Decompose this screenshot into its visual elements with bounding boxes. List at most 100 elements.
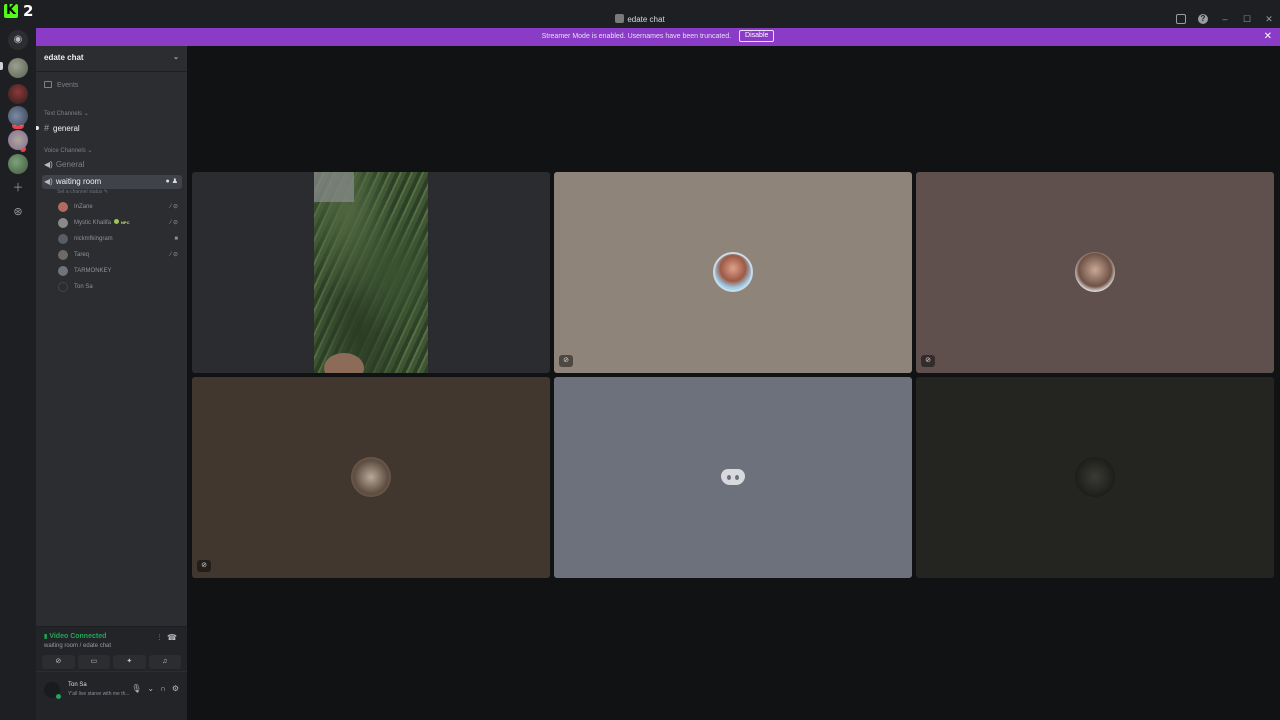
connection-location[interactable]: waiting room / edate chat (44, 643, 111, 649)
calendar-icon (44, 81, 52, 88)
set-channel-status[interactable]: Set a channel status ✎ (57, 189, 108, 195)
server-header[interactable]: edate chat ⌄ (36, 46, 187, 72)
voice-user-name: Mystic Khalifa (74, 220, 112, 226)
window-title-text: edate chat (627, 15, 665, 24)
disconnect-icon[interactable]: ☎ (167, 633, 177, 642)
close-window-icon[interactable]: ✕ (1264, 14, 1274, 24)
voice-user[interactable]: Tareq ⁄ ⊘ (58, 248, 182, 262)
avatar (58, 202, 68, 212)
add-member-icon[interactable]: ♟ (172, 178, 178, 185)
discover-icon[interactable]: ⊛ (8, 202, 28, 222)
camera-off-icon: ⊘ (921, 355, 935, 367)
voice-user[interactable]: TARMONKEY (58, 264, 182, 278)
voice-channel-general[interactable]: ◀) General (42, 158, 182, 172)
chevron-down-icon: ⌄ (173, 54, 179, 61)
video-tile[interactable]: ⊘ (554, 172, 912, 373)
window-title: edate chat (0, 14, 1280, 24)
titlebar-controls: ? – ☐ ✕ (1176, 14, 1274, 24)
discord-default-avatar-icon (713, 457, 753, 497)
camera-off-button[interactable]: ⊘ (42, 655, 75, 669)
muted-deafened-icons: ⁄ ⊘ (170, 204, 178, 210)
muted-deafened-icons: ⁄ ⊘ (170, 252, 178, 258)
voice-channel-waiting-room[interactable]: ◀) waiting room ● ♟ (42, 175, 182, 189)
voice-user[interactable]: Mystic Khalifa NPC ⁄ ⊘ (58, 216, 182, 230)
category-text-channels[interactable]: Text Channels ⌄ (44, 110, 89, 117)
video-tile[interactable] (192, 172, 550, 373)
channel-label: general (53, 124, 80, 133)
server-icon-1[interactable] (8, 58, 28, 78)
video-tile[interactable]: ⊘ (192, 377, 550, 578)
category-voice-channels[interactable]: Voice Channels ⌄ (44, 147, 92, 154)
soundboard-button[interactable]: ♫ (148, 655, 181, 669)
camera-feed-detail (314, 172, 354, 202)
events-item[interactable]: Events (44, 81, 78, 89)
server-icon-4[interactable] (8, 130, 28, 150)
server-icon-5[interactable] (8, 154, 28, 174)
chat-bubble-icon[interactable]: ● (166, 178, 170, 185)
speaker-icon: ◀) (44, 177, 53, 186)
server-rail: ◉ 122 ＋ ⊛ (0, 28, 36, 720)
channel-general[interactable]: # general (36, 121, 182, 135)
maximize-icon[interactable]: ☐ (1242, 14, 1252, 24)
user-controls: 🎙 ⌄ ∩ ⚙ (131, 684, 179, 693)
disable-button[interactable]: Disable (739, 30, 775, 42)
voice-user-name: InZane (74, 204, 93, 210)
category-label: Text Channels (44, 111, 83, 117)
noise-suppression-icon[interactable]: ⫶ (158, 633, 160, 642)
screen-share-button[interactable]: ▭ (77, 655, 110, 669)
video-tile[interactable] (554, 377, 912, 578)
avatar (58, 266, 68, 276)
npc-badge: NPC (121, 220, 130, 225)
video-tile[interactable] (916, 377, 1274, 578)
hash-icon: # (44, 123, 50, 133)
voice-user-name: Ton Sa (74, 284, 93, 290)
microphone-icon[interactable]: 🎙 (131, 684, 141, 693)
add-server-icon[interactable]: ＋ (8, 178, 28, 198)
title-bar: K 2 edate chat ? – ☐ ✕ (0, 0, 1280, 28)
channel-label: General (55, 160, 85, 169)
category-label: Voice Channels (44, 148, 86, 154)
close-banner-icon[interactable]: ✕ (1264, 28, 1272, 46)
headphones-icon[interactable]: ∩ (160, 684, 166, 693)
avatar (58, 250, 68, 260)
help-icon[interactable]: ? (1198, 14, 1208, 24)
user-bar: Ton Sa Y'all live starve with me th... 🎙… (36, 672, 187, 720)
voice-panel-controls: ⫶ ☎ (158, 633, 177, 643)
server-icon-3[interactable] (8, 106, 28, 126)
minimize-icon[interactable]: – (1220, 14, 1230, 24)
unread-pill (36, 126, 39, 130)
events-label: Events (57, 82, 79, 89)
voice-user-name-wrap: Mystic Khalifa NPC (74, 216, 129, 230)
voice-user[interactable]: nickmfkingram ■ (58, 232, 182, 246)
streamer-mode-banner: Streamer Mode is enabled. Usernames have… (36, 28, 1280, 46)
speaker-icon: ◀) (44, 160, 53, 169)
camera-feed (314, 172, 428, 373)
voice-user[interactable]: InZane ⁄ ⊘ (58, 200, 182, 214)
muted-deafened-icons: ⁄ ⊘ (170, 220, 178, 226)
server-name: edate chat (44, 53, 84, 62)
channel-actions: ● ♟ (166, 175, 178, 189)
camera-feed-face (324, 353, 364, 373)
channel-sidebar: edate chat ⌄ Events Text Channels ⌄ # gen… (36, 46, 187, 720)
inbox-icon[interactable] (1176, 14, 1186, 24)
avatar (58, 218, 68, 228)
avatar (58, 234, 68, 244)
video-tile[interactable]: ⊘ (916, 172, 1274, 373)
banner-text: Streamer Mode is enabled. Usernames have… (541, 33, 732, 40)
server-icon (615, 14, 625, 23)
user-name: Ton Sa (68, 682, 87, 688)
signal-icon: ▮ (44, 634, 48, 640)
server-icon-2[interactable] (8, 84, 28, 104)
voice-user[interactable]: Ton Sa (58, 280, 182, 294)
status-hint-text: Set a channel status (57, 189, 103, 195)
connection-status: ▮ Video Connected (44, 633, 106, 640)
voice-user-name: Tareq (74, 252, 90, 258)
connection-status-text: Video Connected (49, 633, 107, 640)
discord-home-icon[interactable]: ◉ (8, 30, 28, 50)
participant-avatar (351, 457, 391, 497)
chevron-down-icon[interactable]: ⌄ (147, 684, 154, 693)
npc-icon (114, 219, 120, 224)
settings-gear-icon[interactable]: ⚙ (172, 684, 179, 693)
activities-button[interactable]: ✦ (113, 655, 146, 669)
voice-action-buttons: ⊘ ▭ ✦ ♫ (42, 655, 181, 669)
